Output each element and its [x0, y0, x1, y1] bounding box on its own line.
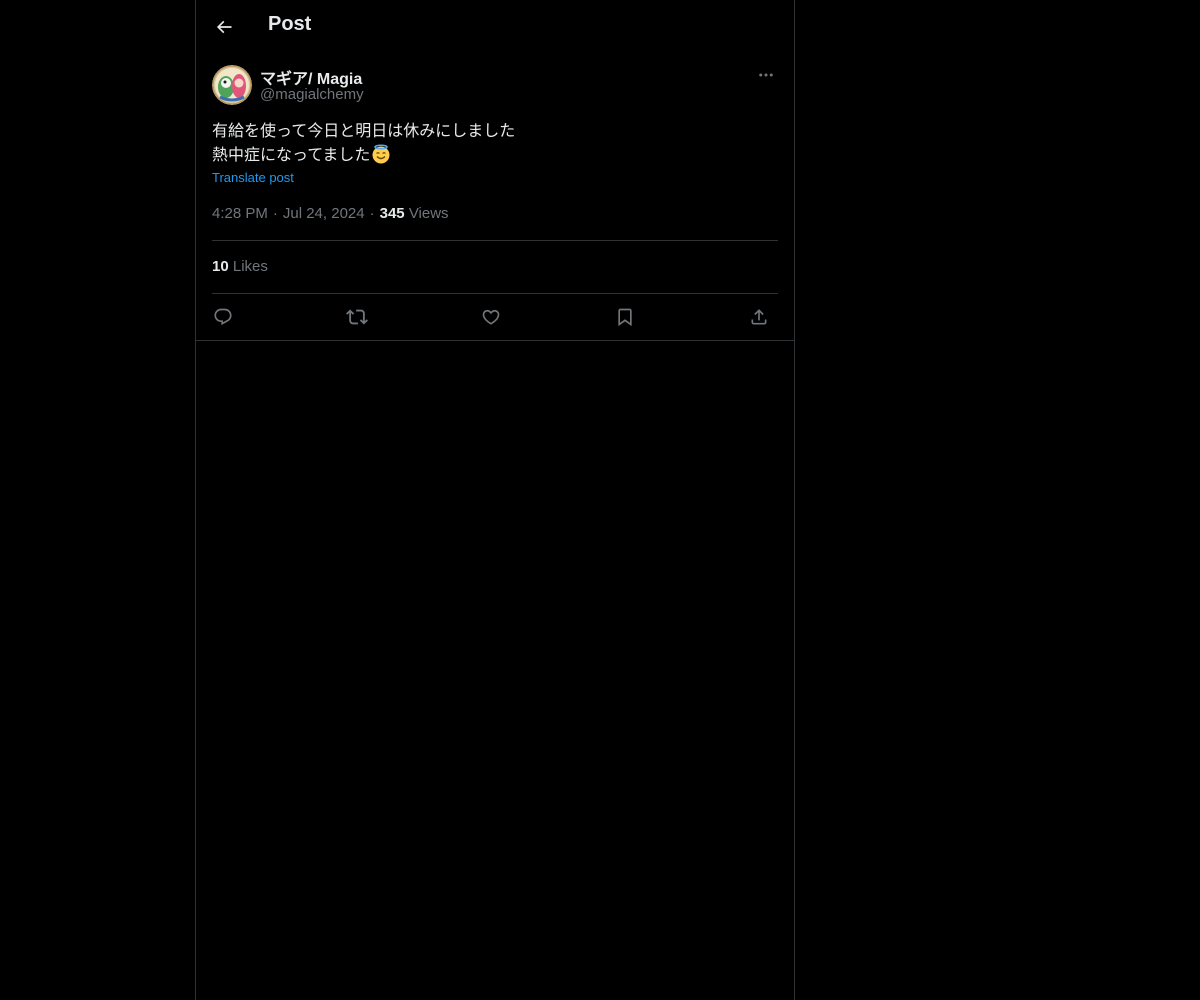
post-text: 有給を使って今日と明日は休みにしました 熱中症になってました	[212, 120, 778, 168]
page-header: Post	[196, 0, 794, 53]
post-date[interactable]: Jul 24, 2024	[283, 205, 365, 222]
bookmark-button[interactable]	[608, 300, 642, 334]
bookmark-icon	[615, 307, 635, 327]
meta-separator: ·	[272, 205, 278, 222]
repost-icon	[346, 306, 368, 328]
smiling-face-with-halo-icon	[371, 144, 391, 164]
views-count: 345	[379, 205, 405, 222]
more-button[interactable]	[754, 64, 778, 86]
post-text-line: 熱中症になってました	[212, 144, 778, 168]
likes-link[interactable]: 10 Likes	[212, 258, 268, 275]
avatar[interactable]	[212, 65, 252, 105]
post-author: マギア/ Magia @magialchemy	[212, 64, 778, 108]
arrow-left-icon	[214, 17, 234, 37]
repost-button[interactable]	[340, 300, 374, 334]
divider	[212, 240, 778, 241]
likes-label: Likes	[232, 258, 268, 275]
divider	[212, 293, 778, 294]
divider	[196, 340, 794, 341]
meta-separator: ·	[369, 205, 375, 222]
like-button[interactable]	[474, 300, 508, 334]
author-handle[interactable]: @magialchemy	[260, 86, 364, 103]
share-icon	[749, 307, 769, 327]
post-actions-bar	[212, 300, 778, 334]
post-meta: 4:28 PM · Jul 24, 2024 · 345 Views	[212, 205, 449, 222]
like-icon	[481, 307, 501, 327]
likes-count: 10	[212, 258, 229, 275]
views-label: Views	[408, 205, 449, 222]
post-text-segment: 熱中症になってました	[212, 147, 371, 164]
back-button[interactable]	[208, 11, 240, 43]
reply-icon	[213, 307, 233, 327]
page-title: Post	[268, 13, 312, 35]
post-text-line: 有給を使って今日と明日は休みにしました	[212, 123, 516, 140]
post-time[interactable]: 4:28 PM	[212, 205, 268, 222]
translate-post-link[interactable]: Translate post	[212, 170, 294, 185]
primary-column: Post マギア/ Magia @magialchemy 有給を使って今日と明日…	[195, 0, 795, 1000]
share-button[interactable]	[742, 300, 776, 334]
reply-button[interactable]	[206, 300, 240, 334]
more-horizontal-icon	[757, 66, 775, 84]
